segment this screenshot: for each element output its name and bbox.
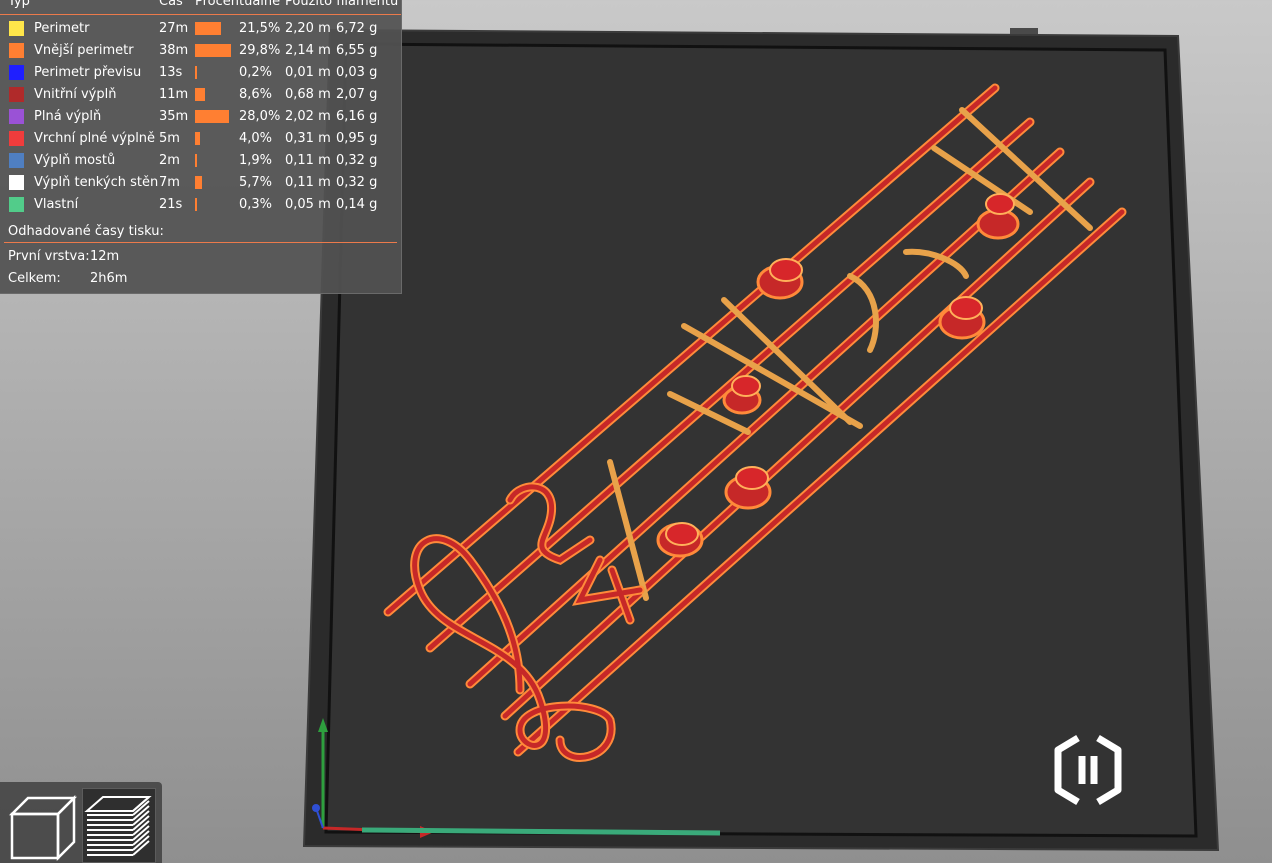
total-label: Celkem: <box>8 271 61 286</box>
legend-feature-name: Vnitřní výplň <box>34 87 117 102</box>
legend-header-type: Typ <box>8 0 30 9</box>
total-row: Celkem: 2h6m <box>8 271 127 286</box>
legend-header-percent: Procentuálně <box>195 0 281 9</box>
legend-percent: 0,2% <box>239 65 273 80</box>
legend-percent-bar <box>195 44 231 57</box>
legend-percent: 5,7% <box>239 175 273 190</box>
legend-feature-name: Vnější perimetr <box>34 43 134 58</box>
legend-length: 0,11 m <box>285 175 331 190</box>
legend-time: 21s <box>159 197 183 212</box>
legend-feature-name: Perimetr převisu <box>34 65 142 80</box>
legend-time: 13s <box>159 65 183 80</box>
legend-percent: 4,0% <box>239 131 273 146</box>
legend-feature-name: Vlastní <box>34 197 79 212</box>
legend-percent: 28,0% <box>239 109 281 124</box>
legend-time: 11m <box>159 87 189 102</box>
legend-length: 0,31 m <box>285 131 331 146</box>
legend-length: 0,11 m <box>285 153 331 168</box>
estimated-times-title: Odhadované časy tisku: <box>8 224 164 239</box>
legend-weight: 0,95 g <box>336 131 378 146</box>
legend-percent-bar <box>195 22 221 35</box>
layers-icon <box>84 796 152 856</box>
legend-percent: 21,5% <box>239 21 281 36</box>
legend-feature-name: Plná výplň <box>34 109 102 124</box>
legend-header-time: Čas <box>159 0 183 9</box>
legend-length: 2,02 m <box>285 109 331 124</box>
gcode-legend-panel: Typ Čas Procentuálně Použito filamentu P… <box>0 0 402 294</box>
legend-feature-name: Výplň tenkých stěn <box>34 175 159 190</box>
legend-time: 38m <box>159 43 189 58</box>
legend-header: Typ Čas Procentuálně Použito filamentu <box>0 0 401 15</box>
print-bed-surface <box>326 44 1196 836</box>
legend-percent-bar <box>195 66 197 79</box>
legend-time: 2m <box>159 153 180 168</box>
legend-row: Výplň tenkých stěn 7m 5,7% 0,11 m 0,32 g <box>0 172 400 194</box>
legend-percent-bar <box>195 88 206 101</box>
cube-icon <box>8 794 78 862</box>
legend-weight: 0,32 g <box>336 153 378 168</box>
view-toolbar <box>0 782 162 863</box>
legend-color-swatch <box>9 21 24 36</box>
legend-weight: 0,32 g <box>336 175 378 190</box>
legend-time: 7m <box>159 175 180 190</box>
legend-percent-bar <box>195 132 200 145</box>
3d-view-button[interactable] <box>4 788 78 863</box>
legend-row: Plná výplň 35m 28,0% 2,02 m 6,16 g <box>0 106 400 128</box>
legend-length: 0,68 m <box>285 87 331 102</box>
legend-weight: 2,07 g <box>336 87 378 102</box>
legend-length: 2,20 m <box>285 21 331 36</box>
legend-percent-bar <box>195 110 229 123</box>
legend-feature-name: Perimetr <box>34 21 90 36</box>
legend-percent: 1,9% <box>239 153 273 168</box>
legend-row: Perimetr 27m 21,5% 2,20 m 6,72 g <box>0 18 400 40</box>
legend-length: 2,14 m <box>285 43 331 58</box>
legend-row: Vnitřní výplň 11m 8,6% 0,68 m 2,07 g <box>0 84 400 106</box>
legend-color-swatch <box>9 87 24 102</box>
gcode-progress-line <box>361 827 721 836</box>
legend-color-swatch <box>9 153 24 168</box>
legend-separator <box>4 242 397 243</box>
legend-length: 0,01 m <box>285 65 331 80</box>
legend-weight: 6,16 g <box>336 109 378 124</box>
bed-tab <box>1010 28 1038 34</box>
legend-time: 27m <box>159 21 189 36</box>
legend-feature-name: Vrchní plné výplně <box>34 131 156 146</box>
legend-row: Výplň mostů 2m 1,9% 0,11 m 0,32 g <box>0 150 400 172</box>
legend-weight: 0,14 g <box>336 197 378 212</box>
legend-color-swatch <box>9 43 24 58</box>
legend-time: 35m <box>159 109 189 124</box>
legend-percent: 29,8% <box>239 43 281 58</box>
legend-percent: 8,6% <box>239 87 273 102</box>
legend-percent-bar <box>195 154 198 167</box>
legend-percent-bar <box>195 176 202 189</box>
legend-weight: 6,72 g <box>336 21 378 36</box>
legend-color-swatch <box>9 65 24 80</box>
legend-color-swatch <box>9 197 24 212</box>
total-value: 2h6m <box>90 271 128 286</box>
legend-row: Vrchní plné výplně 5m 4,0% 0,31 m 0,95 g <box>0 128 400 150</box>
legend-row: Vlastní 21s 0,3% 0,05 m 0,14 g <box>0 194 400 216</box>
legend-color-swatch <box>9 175 24 190</box>
first-layer-value: 12m <box>90 249 120 264</box>
legend-color-swatch <box>9 131 24 146</box>
legend-length: 0,05 m <box>285 197 331 212</box>
legend-percent-bar <box>195 198 197 211</box>
legend-row: Vnější perimetr 38m 29,8% 2,14 m 6,55 g <box>0 40 400 62</box>
legend-percent: 0,3% <box>239 197 273 212</box>
legend-weight: 0,03 g <box>336 65 378 80</box>
preview-layers-button[interactable] <box>82 788 156 863</box>
first-layer-label: První vrstva: <box>8 249 90 264</box>
legend-time: 5m <box>159 131 180 146</box>
legend-color-swatch <box>9 109 24 124</box>
legend-feature-name: Výplň mostů <box>34 153 116 168</box>
legend-row: Perimetr převisu 13s 0,2% 0,01 m 0,03 g <box>0 62 400 84</box>
legend-header-filament: Použito filamentu <box>285 0 399 9</box>
legend-weight: 6,55 g <box>336 43 378 58</box>
first-layer-row: První vrstva: 12m <box>8 249 119 264</box>
